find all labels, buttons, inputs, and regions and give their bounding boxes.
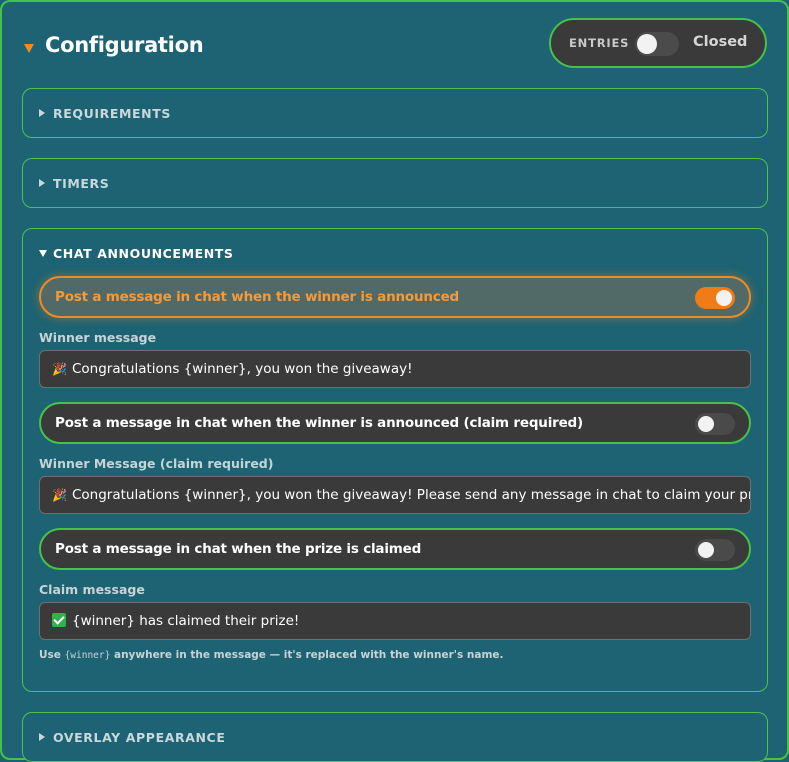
panel-header: Configuration ENTRIES Closed (22, 18, 767, 70)
claim-required-message-value: Congratulations {winner}, you won the gi… (72, 487, 751, 503)
winner-announce-toggle-label: Post a message in chat when the winner i… (55, 289, 460, 305)
entries-toggle[interactable] (635, 32, 679, 56)
toggle-knob (716, 290, 732, 306)
collapse-caret-icon[interactable] (24, 44, 34, 53)
section-requirements-header[interactable]: REQUIREMENTS (39, 106, 171, 121)
hint-prefix: Use (39, 649, 65, 661)
section-chat-announcements-header[interactable]: CHAT ANNOUNCEMENTS (39, 246, 234, 261)
collapse-arrow-icon (39, 250, 47, 257)
expand-arrow-icon (39, 109, 45, 117)
entries-label: ENTRIES (569, 36, 630, 50)
page-title: Configuration (45, 33, 204, 57)
hint-suffix: anywhere in the message — it's replaced … (110, 649, 504, 661)
section-chat-announcements: CHAT ANNOUNCEMENTS Post a message in cha… (22, 228, 768, 692)
claim-required-toggle[interactable] (695, 413, 735, 435)
section-timers[interactable]: TIMERS (22, 158, 768, 208)
section-requirements-label: REQUIREMENTS (53, 106, 171, 121)
toggle-knob (698, 542, 714, 558)
section-timers-header[interactable]: TIMERS (39, 176, 109, 191)
expand-arrow-icon (39, 179, 45, 187)
entries-control: ENTRIES Closed (549, 18, 767, 68)
section-overlay-appearance[interactable]: OVERLAY APPEARANCE (22, 712, 768, 762)
section-overlay-appearance-label: OVERLAY APPEARANCE (53, 730, 226, 745)
party-popper-icon: 🎉 (52, 362, 67, 376)
claim-message-value: {winner} has claimed their prize! (72, 613, 300, 629)
toggle-knob (698, 416, 714, 432)
expand-arrow-icon (39, 733, 45, 741)
party-popper-icon: 🎉 (52, 488, 67, 502)
section-requirements[interactable]: REQUIREMENTS (22, 88, 768, 138)
winner-message-value: Congratulations {winner}, you won the gi… (72, 361, 413, 377)
section-timers-label: TIMERS (53, 176, 110, 191)
prize-claimed-toggle-row[interactable]: Post a message in chat when the prize is… (39, 528, 751, 570)
check-box-icon (52, 613, 66, 627)
toggle-knob (637, 34, 657, 54)
section-overlay-appearance-header[interactable]: OVERLAY APPEARANCE (39, 730, 225, 745)
claim-required-message-input[interactable]: 🎉 Congratulations {winner}, you won the g… (39, 476, 751, 514)
prize-claimed-toggle[interactable] (695, 539, 735, 561)
prize-claimed-toggle-label: Post a message in chat when the prize is… (55, 541, 422, 557)
winner-announce-toggle[interactable] (695, 287, 735, 309)
claim-message-label: Claim message (39, 582, 145, 597)
claim-required-toggle-row[interactable]: Post a message in chat when the winner i… (39, 402, 751, 444)
winner-announce-toggle-row[interactable]: Post a message in chat when the winner i… (39, 276, 751, 318)
winner-message-input[interactable]: 🎉 Congratulations {winner}, you won the g… (39, 350, 751, 388)
hint-code: {winner} (64, 650, 111, 661)
configuration-panel: Configuration ENTRIES Closed REQUIREMENT… (0, 0, 789, 762)
claim-required-message-label: Winner Message (claim required) (39, 456, 274, 471)
placeholder-hint: Use {winner} anywhere in the message — i… (39, 649, 504, 661)
section-chat-announcements-label: CHAT ANNOUNCEMENTS (53, 246, 234, 261)
claim-message-input[interactable]: {winner} has claimed their prize! (39, 602, 751, 640)
claim-required-toggle-label: Post a message in chat when the winner i… (55, 415, 583, 431)
entries-status: Closed (693, 34, 748, 50)
winner-message-label: Winner message (39, 330, 157, 345)
